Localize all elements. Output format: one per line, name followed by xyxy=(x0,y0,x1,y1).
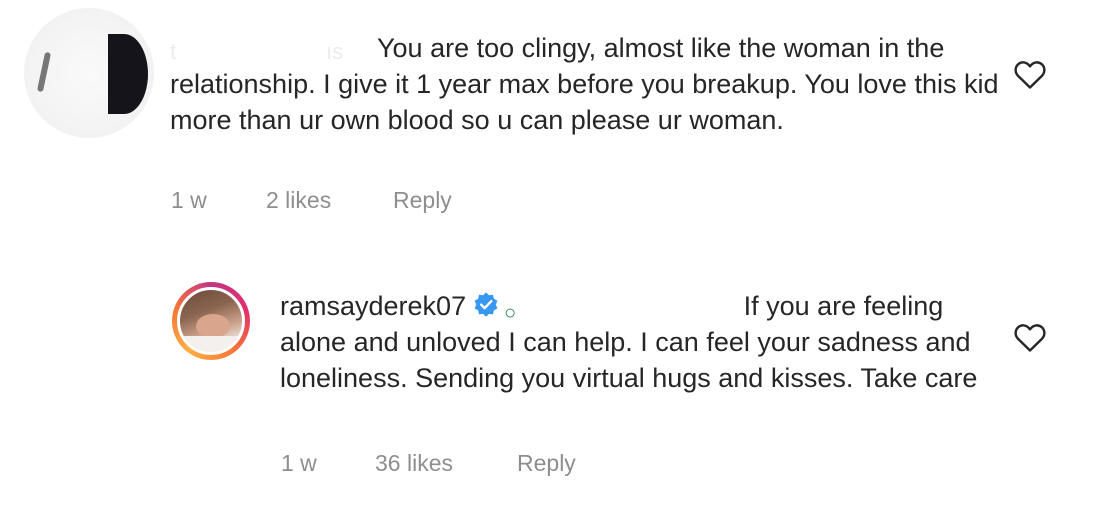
reply-age: 1 w xyxy=(281,450,317,476)
reply-likes-count[interactable]: 36 likes xyxy=(375,450,453,477)
reply-button[interactable]: Reply xyxy=(393,187,452,214)
comment-age: 1 w xyxy=(171,187,207,213)
heart-outline-icon[interactable] xyxy=(1013,321,1047,353)
reply-body: ramsayderek07 ○ If you are feeling alone… xyxy=(280,288,980,396)
reply-button[interactable]: Reply xyxy=(517,450,576,477)
avatar-detail xyxy=(36,51,52,93)
commenter-avatar[interactable] xyxy=(24,8,154,138)
replier-avatar[interactable] xyxy=(177,287,245,355)
avatar-detail xyxy=(108,34,148,114)
likes-count[interactable]: 2 likes xyxy=(266,187,331,214)
comment-body: t ıs You are too clingy, almost like the … xyxy=(170,30,1000,138)
verified-badge-icon xyxy=(474,292,498,317)
blurred-mention[interactable]: ○ xyxy=(504,295,736,324)
heart-outline-icon[interactable] xyxy=(1013,58,1047,90)
reply-username[interactable]: ramsayderek07 xyxy=(280,291,466,321)
comments-view: t ıs You are too clingy, almost like the … xyxy=(0,0,1120,511)
avatar-detail xyxy=(196,314,230,338)
blurred-username[interactable]: t ıs xyxy=(170,34,370,64)
